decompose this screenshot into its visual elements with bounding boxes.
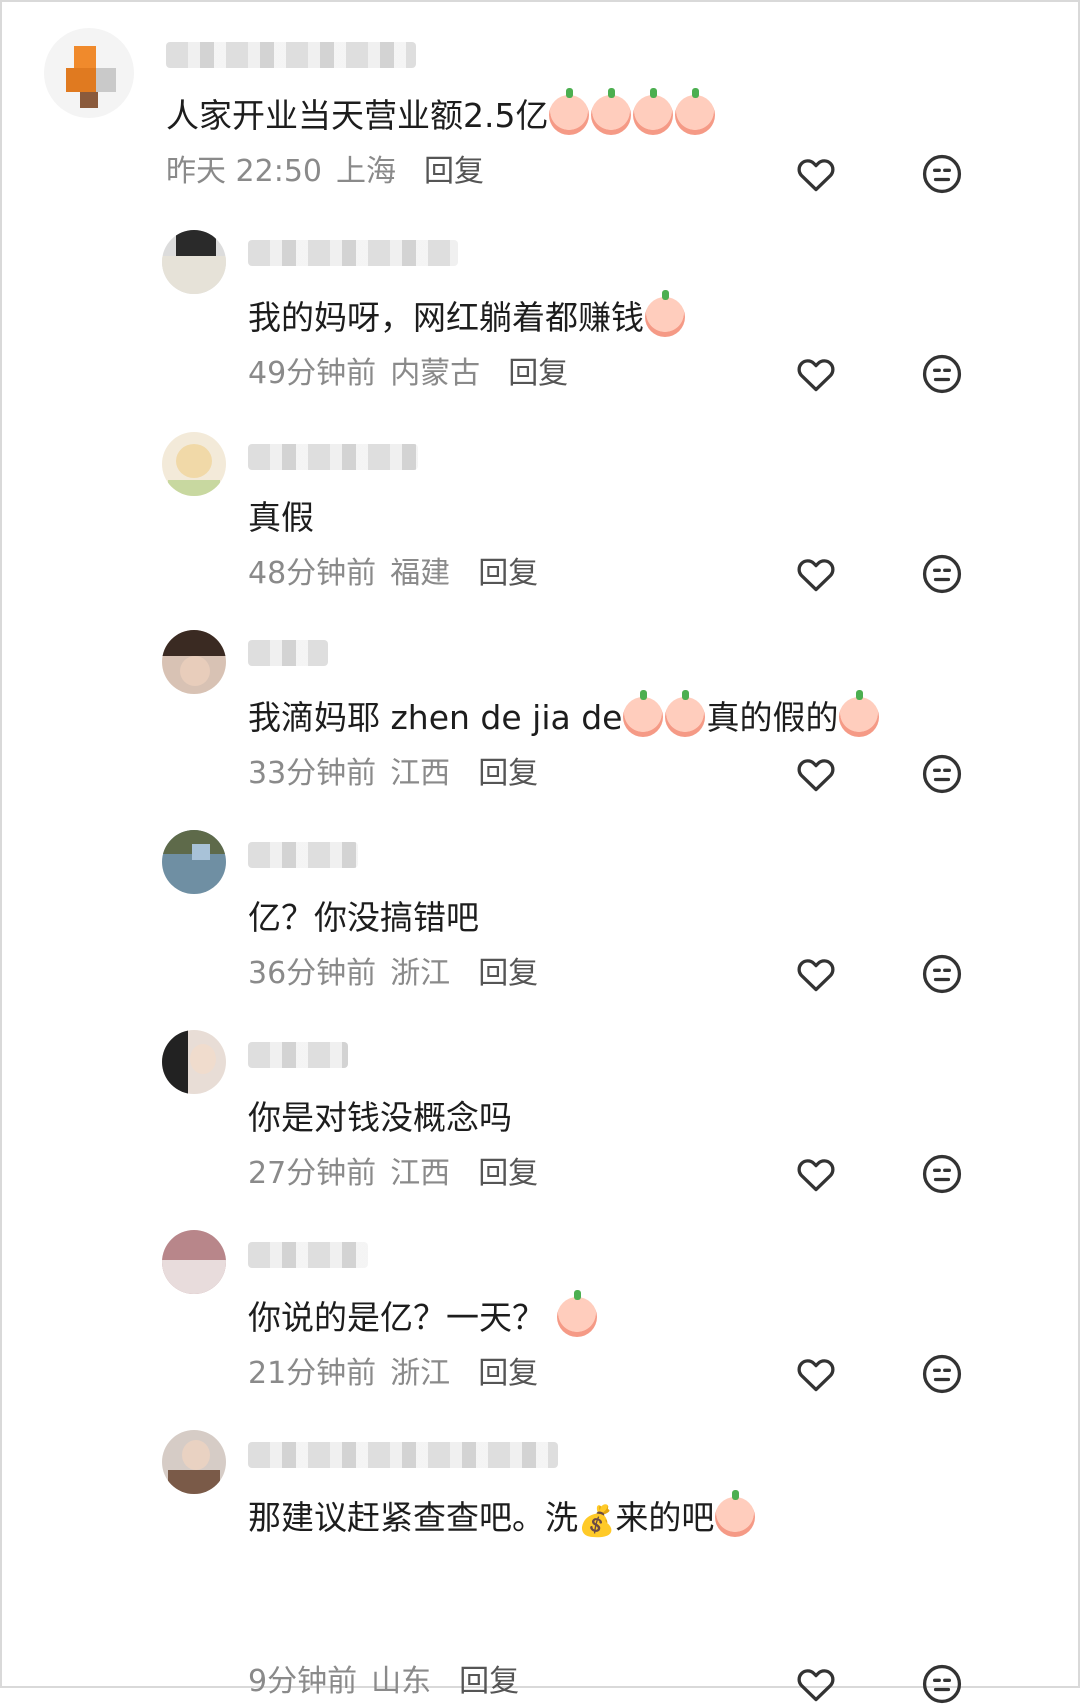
heart-icon[interactable] [794, 1352, 838, 1396]
reply-button[interactable]: 回复 [508, 356, 568, 391]
comment-meta: 27分钟前 江西 回复 [248, 1154, 538, 1194]
crying-emoji-icon [715, 1490, 756, 1537]
comment-meta: 49分钟前 内蒙古 回复 [248, 354, 568, 394]
reply-button[interactable]: 回复 [478, 1356, 538, 1391]
comment-text: 那建议赶紧查查吧。洗💰来的吧 [248, 1490, 756, 1544]
avatar[interactable] [162, 1030, 226, 1094]
location: 山东 [371, 1664, 432, 1699]
reply-button[interactable]: 回复 [459, 1664, 519, 1699]
comment-text: 人家开业当天营业额2.5亿 [166, 88, 716, 138]
face-icon[interactable] [920, 552, 964, 596]
heart-icon[interactable] [794, 1152, 838, 1196]
crying-emoji-icon [623, 690, 664, 737]
timestamp: 27分钟前 [248, 1156, 377, 1191]
comment-text: 我的妈呀，网红躺着都赚钱 [248, 290, 686, 340]
reply-button[interactable]: 回复 [478, 756, 538, 791]
avatar[interactable] [162, 432, 226, 496]
face-icon[interactable] [920, 152, 964, 196]
location: 上海 [336, 154, 396, 189]
comment-meta: 33分钟前 江西 回复 [248, 754, 538, 794]
comment-text: 亿？你没搞错吧 [248, 898, 479, 937]
username-blurred[interactable] [248, 1242, 368, 1268]
heart-icon[interactable] [794, 952, 838, 996]
comment-meta: 36分钟前 浙江 回复 [248, 954, 538, 994]
timestamp: 49分钟前 [248, 356, 377, 391]
timestamp: 9分钟前 [248, 1664, 358, 1699]
location: 福建 [390, 556, 451, 591]
crying-emoji-icon [665, 690, 706, 737]
comment-meta: 48分钟前 福建 回复 [248, 554, 538, 594]
timestamp: 48分钟前 [248, 556, 377, 591]
timestamp: 21分钟前 [248, 1356, 377, 1391]
location: 内蒙古 [390, 356, 481, 391]
location: 江西 [390, 1156, 451, 1191]
username-blurred[interactable] [248, 1442, 558, 1468]
reply-button[interactable]: 回复 [424, 154, 484, 189]
face-icon[interactable] [920, 1352, 964, 1396]
heart-icon[interactable] [794, 752, 838, 796]
location: 浙江 [390, 1356, 451, 1391]
avatar[interactable] [162, 1230, 226, 1294]
sweating-emoji-icon [556, 1290, 597, 1337]
face-icon[interactable] [920, 1152, 964, 1196]
username-blurred[interactable] [248, 444, 418, 470]
money-bag-icon: 💰 [578, 1504, 616, 1539]
comment-meta: 21分钟前 浙江 回复 [248, 1354, 538, 1394]
reply-button[interactable]: 回复 [478, 1156, 538, 1191]
username-blurred[interactable] [248, 1042, 348, 1068]
avatar[interactable] [162, 1430, 226, 1494]
face-icon[interactable] [920, 1662, 964, 1706]
timestamp: 昨天 22:50 [166, 154, 322, 189]
username-blurred[interactable] [248, 240, 458, 266]
heart-icon[interactable] [794, 152, 838, 196]
comment-text: 你说的是亿？一天？ [248, 1290, 598, 1340]
comment-text: 我滴妈耶 zhen de jia de 真的假的 [248, 690, 880, 740]
reply-button[interactable]: 回复 [478, 556, 538, 591]
comment-text: 真假 [248, 498, 314, 537]
face-icon[interactable] [920, 752, 964, 796]
crying-emoji-icon [645, 290, 685, 337]
crying-emoji-icon [675, 88, 716, 135]
username-blurred[interactable] [166, 42, 416, 68]
timestamp: 33分钟前 [248, 756, 377, 791]
avatar[interactable] [162, 630, 226, 694]
crying-emoji-icon [591, 88, 632, 135]
face-icon[interactable] [920, 952, 964, 996]
crying-emoji-icon [549, 88, 590, 135]
comment-text: 你是对钱没概念吗 [248, 1098, 512, 1137]
location: 浙江 [390, 956, 451, 991]
avatar[interactable] [44, 28, 134, 118]
username-blurred[interactable] [248, 640, 328, 666]
avatar[interactable] [162, 830, 226, 894]
timestamp: 36分钟前 [248, 956, 377, 991]
heart-icon[interactable] [794, 552, 838, 596]
location: 江西 [390, 756, 451, 791]
username-blurred[interactable] [248, 842, 358, 868]
heart-icon[interactable] [794, 352, 838, 396]
comment-meta: 昨天 22:50 上海 回复 [166, 152, 484, 192]
comment-meta: 9分钟前 山东 回复 [248, 1662, 519, 1702]
face-icon[interactable] [920, 352, 964, 396]
reply-button[interactable]: 回复 [478, 956, 538, 991]
crying-emoji-icon [839, 690, 880, 737]
avatar[interactable] [162, 230, 226, 294]
crying-emoji-icon [633, 88, 674, 135]
heart-icon[interactable] [794, 1662, 838, 1706]
